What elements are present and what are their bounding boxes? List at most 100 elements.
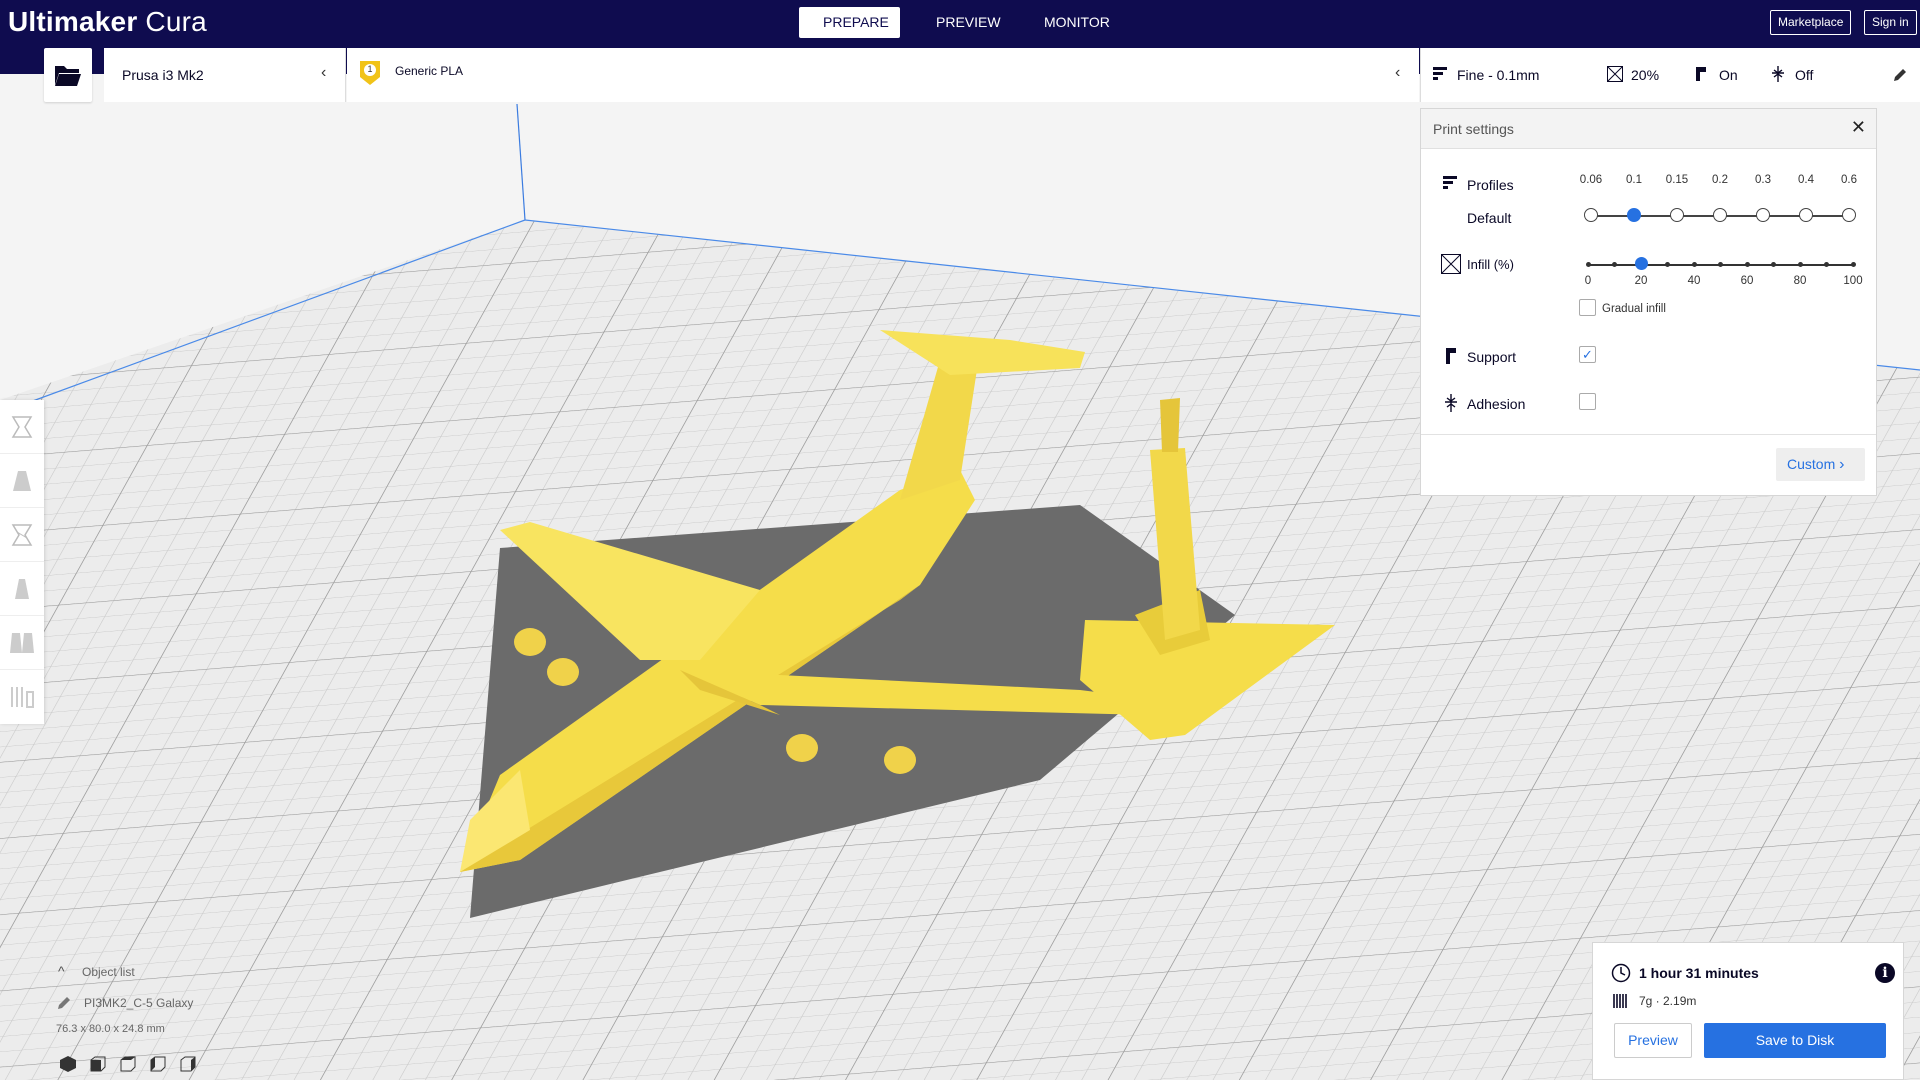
infill-tick: 100 xyxy=(1843,275,1863,287)
per-model-icon xyxy=(10,633,34,653)
profile-value: Fine - 0.1mm xyxy=(1457,67,1540,83)
layer-height-option[interactable] xyxy=(1584,208,1598,222)
rotate-tool-button[interactable] xyxy=(0,508,44,562)
save-to-disk-button[interactable]: Save to Disk xyxy=(1704,1023,1886,1058)
move-icon xyxy=(11,416,33,438)
sign-in-button[interactable]: Sign in xyxy=(1864,10,1917,35)
infill-label: Infill (%) xyxy=(1467,257,1514,272)
print-settings-panel: Print settings ✕ Profiles Default 0.06 0… xyxy=(1420,108,1877,496)
print-time: 1 hour 31 minutes xyxy=(1639,965,1759,981)
preview-button[interactable]: Preview xyxy=(1614,1023,1692,1058)
top-header: Ultimaker Cura PREPARE PREVIEW MONITOR M… xyxy=(0,0,1920,48)
job-specs-panel: 1 hour 31 minutes i 7g · 2.19m Preview S… xyxy=(1592,942,1904,1080)
extruder-number: 1 xyxy=(367,64,373,74)
pencil-icon xyxy=(58,997,70,1009)
layer-height-option[interactable] xyxy=(1756,208,1770,222)
support-value: On xyxy=(1719,67,1738,83)
print-settings-summary[interactable]: Fine - 0.1mm 20% On Off xyxy=(1420,48,1920,102)
material-name: Generic PLA xyxy=(395,64,464,78)
front-view-icon[interactable] xyxy=(88,1055,108,1073)
infill-tick-dot xyxy=(1850,262,1856,267)
left-view-icon[interactable] xyxy=(148,1055,168,1073)
infill-tick-dot xyxy=(1585,262,1591,267)
infill-icon xyxy=(1441,254,1461,274)
support-checkbox[interactable]: ✓ xyxy=(1579,346,1596,363)
infill-tick-dot xyxy=(1612,262,1617,267)
adhesion-label: Adhesion xyxy=(1467,396,1526,412)
infill-tick: 80 xyxy=(1793,275,1807,287)
support-icon xyxy=(1696,67,1706,81)
chevron-left-icon: ‹ xyxy=(1395,64,1401,81)
infill-icon xyxy=(1607,66,1623,82)
printer-selector[interactable]: Prusa i3 Mk2 ‹ xyxy=(104,48,346,102)
support-blocker-button[interactable] xyxy=(0,670,44,724)
per-model-settings-button[interactable] xyxy=(0,616,44,670)
layer-height-tick: 0.15 xyxy=(1665,174,1689,186)
3d-view-icon[interactable] xyxy=(58,1055,78,1073)
mirror-tool-button[interactable] xyxy=(0,562,44,616)
custom-button[interactable]: Custom › xyxy=(1776,448,1865,481)
chevron-right-icon: › xyxy=(1839,456,1845,473)
support-blocker-icon xyxy=(11,687,34,708)
infill-tick-dot xyxy=(1771,262,1776,267)
infill-handle[interactable] xyxy=(1634,257,1648,270)
right-view-icon[interactable] xyxy=(178,1055,198,1073)
tab-monitor[interactable]: MONITOR xyxy=(1020,7,1120,38)
infill-tick-dot xyxy=(1718,262,1723,267)
infill-tick: 20 xyxy=(1634,275,1648,287)
clock-icon xyxy=(1611,963,1631,983)
tab-prepare[interactable]: PREPARE xyxy=(799,7,900,38)
adhesion-icon xyxy=(1772,66,1784,82)
layer-height-option[interactable] xyxy=(1713,208,1727,222)
profiles-label: Profiles xyxy=(1467,177,1514,193)
move-tool-button[interactable] xyxy=(0,400,44,454)
object-list-header[interactable]: Object list xyxy=(82,965,135,979)
pencil-icon[interactable] xyxy=(1893,68,1907,82)
layer-height-option[interactable] xyxy=(1799,208,1813,222)
infill-tick-dot xyxy=(1744,262,1750,267)
infill-tick-dot xyxy=(1824,262,1829,267)
object-name[interactable]: PI3MK2_C-5 Galaxy xyxy=(84,996,193,1010)
open-file-button[interactable] xyxy=(44,48,92,102)
info-icon[interactable]: i xyxy=(1875,963,1895,983)
layer-height-option[interactable] xyxy=(1842,208,1856,222)
infill-tick: 60 xyxy=(1740,275,1754,287)
default-label: Default xyxy=(1467,210,1512,226)
scale-tool-button[interactable] xyxy=(0,454,44,508)
marketplace-button[interactable]: Marketplace xyxy=(1770,10,1852,35)
gradual-infill-checkbox[interactable] xyxy=(1579,299,1596,316)
infill-tick-dot xyxy=(1797,262,1803,267)
chevron-up-icon[interactable]: ^ xyxy=(58,963,65,979)
infill-tick-dot xyxy=(1665,262,1670,267)
tab-preview[interactable]: PREVIEW xyxy=(912,7,1002,38)
layer-height-tick: 0.6 xyxy=(1841,174,1857,186)
support-icon xyxy=(1446,348,1456,364)
filament-icon xyxy=(1613,994,1627,1008)
printer-name: Prusa i3 Mk2 xyxy=(122,67,204,83)
layer-height-tick: 0.2 xyxy=(1712,174,1728,186)
adhesion-checkbox[interactable] xyxy=(1579,393,1596,410)
close-icon[interactable]: ✕ xyxy=(1851,117,1866,138)
panel-title: Print settings xyxy=(1433,121,1514,137)
rotate-icon xyxy=(11,524,33,546)
app-title: Ultimaker Cura xyxy=(8,6,207,37)
tool-sidebar xyxy=(0,400,44,724)
chevron-left-icon: ‹ xyxy=(321,64,327,81)
infill-tick: 40 xyxy=(1687,275,1701,287)
profile-icon xyxy=(1443,176,1457,189)
infill-tick-dot xyxy=(1691,262,1697,267)
layer-height-option-selected[interactable] xyxy=(1627,208,1641,222)
adhesion-icon xyxy=(1445,394,1457,412)
top-view-icon[interactable] xyxy=(118,1055,138,1073)
layer-height-tick: 0.1 xyxy=(1626,174,1642,186)
gradual-infill-label: Gradual infill xyxy=(1602,303,1666,315)
layer-height-option[interactable] xyxy=(1670,208,1684,222)
material-selector[interactable]: 1 Generic PLA ‹ xyxy=(347,48,1419,102)
material-usage: 7g · 2.19m xyxy=(1639,994,1697,1008)
scale-icon xyxy=(13,471,31,491)
layer-height-tick: 0.3 xyxy=(1755,174,1771,186)
panel-header: Print settings ✕ xyxy=(1421,109,1876,149)
layer-height-tick: 0.06 xyxy=(1579,174,1603,186)
divider xyxy=(1421,434,1876,435)
support-label: Support xyxy=(1467,349,1517,365)
